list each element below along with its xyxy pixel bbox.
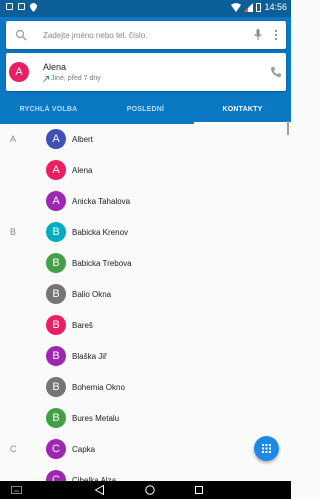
tab-recent[interactable]: POSLEDNÍ (97, 95, 194, 124)
scrollbar-thumb[interactable] (287, 121, 289, 135)
contact-name: Albert (72, 135, 93, 144)
contact-row[interactable]: B Blaška Jiř (0, 341, 291, 372)
contact-row[interactable]: B B Babicka Krenov (0, 217, 291, 248)
notification-icons (6, 3, 37, 12)
contact-name: Blaška Jiř (72, 352, 107, 361)
more-vert-icon[interactable] (274, 29, 278, 41)
section-letter (10, 310, 24, 341)
status-bar: 14:56 (0, 0, 291, 17)
outgoing-call-arrow-icon (43, 75, 49, 82)
signal-icon (244, 2, 254, 12)
avatar: B (46, 253, 66, 273)
contact-row[interactable]: B Bures Metalu (0, 403, 291, 434)
avatar: B (46, 222, 66, 242)
contact-name: Babicka Trebova (72, 259, 132, 268)
tab-speed-dial[interactable]: RYCHLÁ VOLBA (0, 95, 97, 124)
avatar: B (46, 284, 66, 304)
search-bar[interactable] (6, 21, 286, 49)
back-icon[interactable] (95, 485, 104, 495)
section-letter (10, 372, 24, 403)
contact-row[interactable]: B Babicka Trebova (0, 248, 291, 279)
phone-icon[interactable] (270, 66, 282, 78)
contact-name: Cibelka Alza (72, 476, 117, 481)
section-letter (10, 155, 24, 186)
contact-row[interactable]: C C Capka (0, 434, 291, 465)
contact-row[interactable]: A Alena (0, 155, 291, 186)
recent-call-card[interactable]: A Alena Jiné, před 7 dny (6, 53, 286, 91)
contact-row[interactable]: A Anicka Tahalova (0, 186, 291, 217)
section-letter (10, 279, 24, 310)
section-letter (10, 465, 24, 481)
image-notification-icon (18, 3, 25, 10)
avatar: A (46, 129, 66, 149)
avatar: A (46, 160, 66, 180)
battery-icon (256, 2, 262, 12)
contact-row[interactable]: B Bohemia Okno (0, 372, 291, 403)
recent-contact-name: Alena (43, 62, 67, 72)
section-letter (10, 186, 24, 217)
section-letter (10, 341, 24, 372)
keyboard-icon[interactable] (11, 486, 22, 494)
contact-name: Bures Metalu (72, 414, 120, 423)
contact-row[interactable]: B Bareš (0, 310, 291, 341)
contacts-list[interactable]: A A Albert A Alena A Anicka Tahalova B B… (0, 124, 291, 481)
avatar: C (46, 439, 66, 459)
contact-name: Capka (72, 445, 96, 454)
status-time: 14:56 (264, 2, 287, 12)
section-letter (10, 403, 24, 434)
screenshot-notification-icon (6, 3, 13, 10)
home-icon[interactable] (145, 485, 155, 495)
navigation-bar (0, 481, 291, 499)
contact-name: Anicka Tahalova (72, 197, 131, 206)
avatar: C (46, 470, 66, 481)
dialpad-icon (262, 444, 271, 453)
wifi-icon (231, 2, 242, 12)
contact-name: Alena (72, 166, 93, 175)
section-letter: B (10, 227, 17, 237)
dialpad-fab[interactable] (254, 436, 279, 461)
contact-name: Bohemia Okno (72, 383, 125, 392)
avatar: A (9, 62, 29, 82)
avatar: B (46, 315, 66, 335)
avatar: B (46, 408, 66, 428)
location-pin-icon (30, 3, 37, 12)
search-icon[interactable] (15, 29, 27, 41)
contact-name: Babicka Krenov (72, 228, 129, 237)
section-letter (10, 248, 24, 279)
contact-row[interactable]: A A Albert (0, 124, 291, 155)
avatar: B (46, 377, 66, 397)
tab-contacts[interactable]: KONTAKTY (194, 95, 291, 124)
recent-call-detail: Jiné, před 7 dny (43, 75, 101, 82)
mic-icon[interactable] (254, 29, 262, 41)
search-input[interactable] (43, 21, 243, 49)
avatar: A (46, 191, 66, 211)
avatar: B (46, 346, 66, 366)
contact-row[interactable]: C Cibelka Alza (0, 465, 291, 481)
recent-apps-icon[interactable] (195, 486, 203, 494)
section-letter: A (10, 134, 17, 144)
contact-row[interactable]: B Balio Okna (0, 279, 291, 310)
contact-name: Balio Okna (72, 290, 112, 299)
contact-name: Bareš (72, 321, 93, 330)
recent-call-time: Jiné, před 7 dny (51, 75, 101, 82)
tab-bar: RYCHLÁ VOLBA POSLEDNÍ KONTAKTY (0, 95, 291, 124)
system-status: 14:56 (231, 2, 287, 12)
section-letter: C (10, 444, 17, 454)
